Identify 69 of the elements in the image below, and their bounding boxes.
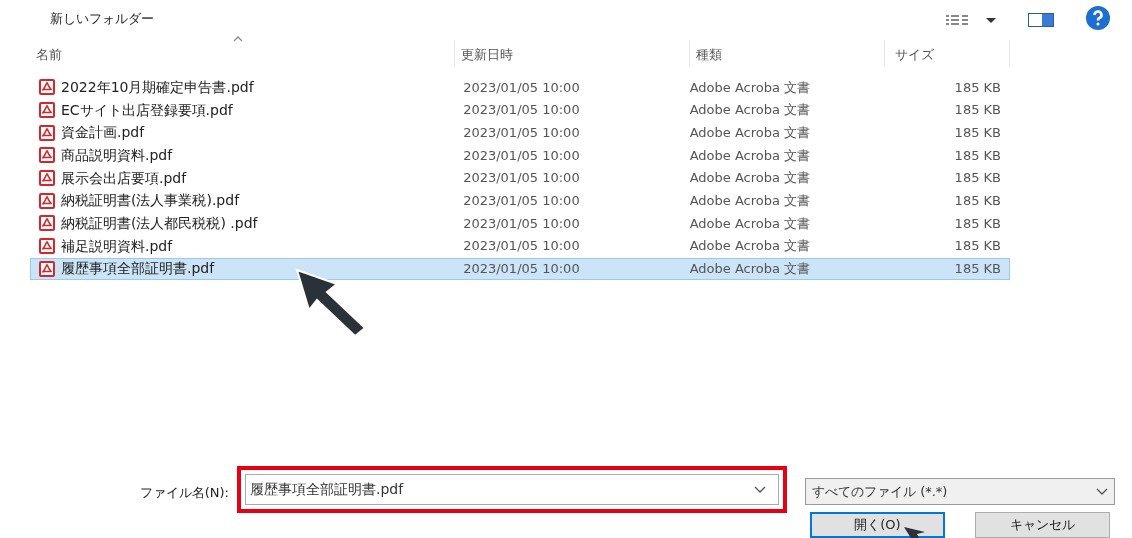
pdf-file-icon: [39, 170, 55, 187]
preview-pane-icon[interactable]: [1028, 13, 1054, 27]
file-size: 185 KB: [954, 261, 1001, 277]
file-name: 資金計画.pdf: [60, 123, 145, 143]
column-header[interactable]: 更新日時: [455, 40, 690, 66]
file-size: 185 KB: [954, 147, 1001, 163]
file-modified-date: 2023/01/05 10:00: [463, 238, 580, 254]
file-row[interactable]: 2022年10月期確定申告書.pdf 2023/01/05 10:00 Adobe Acroba 文書 185 KB: [30, 76, 1010, 99]
file-name: 納税証明書(法人都民税税) .pdf: [60, 213, 258, 233]
pdf-file-icon: [39, 102, 55, 119]
open-button[interactable]: 開く(O): [810, 512, 945, 538]
file-modified-date: 2023/01/05 10:00: [463, 261, 580, 277]
filename-label: ファイル名(N):: [138, 484, 230, 502]
file-modified-date: 2023/01/05 10:00: [463, 102, 580, 118]
file-modified-date: 2023/01/05 10:00: [463, 79, 580, 95]
new-folder-button[interactable]: 新しいフォルダー: [50, 10, 154, 29]
file-type: Adobe Acroba 文書: [689, 261, 811, 277]
file-name: 補足説明資料.pdf: [60, 236, 173, 256]
file-name: 履歴事項全部証明書.pdf: [60, 259, 215, 279]
pdf-file-icon: [39, 192, 55, 209]
pdf-file-icon: [39, 124, 55, 141]
file-row[interactable]: 納税証明書(法人都民税税) .pdf 2023/01/05 10:00 Adobe Acroba 文書 185 KB: [30, 212, 1010, 235]
file-name: 商品説明資料.pdf: [60, 145, 173, 165]
file-type: Adobe Acroba 文書: [689, 102, 811, 118]
file-name: ECサイト出店登録要項.pdf: [60, 100, 233, 120]
file-size: 185 KB: [954, 79, 1001, 95]
pdf-file-icon: [39, 260, 55, 277]
pdf-file-icon: [39, 238, 55, 255]
dropdown-caret-icon[interactable]: [754, 485, 766, 494]
file-modified-date: 2023/01/05 10:00: [463, 215, 580, 231]
file-row[interactable]: 履歴事項全部証明書.pdf 2023/01/05 10:00 Adobe Acroba 文書 185 KB: [30, 257, 1010, 281]
file-row[interactable]: 展示会出店要項.pdf 2023/01/05 10:00 Adobe Acroba 文書 185 KB: [30, 166, 1010, 190]
file-type: Adobe Acroba 文書: [689, 170, 811, 186]
file-modified-date: 2023/01/05 10:00: [463, 170, 580, 186]
file-type: Adobe Acroba 文書: [689, 193, 811, 209]
file-row[interactable]: 商品説明資料.pdf 2023/01/05 10:00 Adobe Acroba 文書 185 KB: [30, 144, 1010, 167]
file-size: 185 KB: [954, 193, 1001, 209]
file-row[interactable]: 資金計画.pdf 2023/01/05 10:00 Adobe Acroba 文書 185 KB: [30, 121, 1010, 145]
file-type: Adobe Acroba 文書: [689, 79, 811, 95]
file-name: 納税証明書(法人事業税).pdf: [60, 191, 240, 211]
file-modified-date: 2023/01/05 10:00: [463, 147, 580, 163]
pdf-file-icon: [39, 79, 55, 96]
file-name: 展示会出店要項.pdf: [60, 168, 187, 188]
file-type: Adobe Acroba 文書: [689, 147, 811, 163]
file-row[interactable]: ECサイト出店登録要項.pdf 2023/01/05 10:00 Adobe Acroba 文書 185 KB: [30, 98, 1010, 122]
file-type: Adobe Acroba 文書: [689, 124, 811, 140]
file-modified-date: 2023/01/05 10:00: [463, 193, 580, 209]
file-size: 185 KB: [954, 124, 1001, 140]
column-header[interactable]: 名前: [30, 40, 455, 66]
file-type: Adobe Acroba 文書: [689, 238, 811, 254]
view-options-icon[interactable]: [946, 13, 998, 27]
file-size: 185 KB: [954, 102, 1001, 118]
pdf-file-icon: [39, 215, 55, 232]
filename-field[interactable]: 履歴事項全部証明書.pdf: [245, 474, 779, 505]
column-header[interactable]: サイズ: [885, 40, 1010, 66]
cancel-button[interactable]: キャンセル: [975, 512, 1110, 538]
file-type-dropdown[interactable]: すべてのファイル (*.*): [805, 478, 1115, 505]
file-name: 2022年10月期確定申告書.pdf: [60, 77, 254, 97]
file-type: Adobe Acroba 文書: [689, 215, 811, 231]
file-modified-date: 2023/01/05 10:00: [463, 124, 580, 140]
file-size: 185 KB: [954, 170, 1001, 186]
dropdown-caret-icon: [1096, 487, 1108, 496]
file-row[interactable]: 補足説明資料.pdf 2023/01/05 10:00 Adobe Acroba 文書 185 KB: [30, 234, 1010, 258]
help-icon[interactable]: [1086, 6, 1110, 30]
column-header[interactable]: 種類: [690, 40, 885, 66]
file-row[interactable]: 納税証明書(法人事業税).pdf 2023/01/05 10:00 Adobe Acroba 文書 185 KB: [30, 189, 1010, 213]
pdf-file-icon: [39, 147, 55, 164]
file-size: 185 KB: [954, 238, 1001, 254]
file-size: 185 KB: [954, 215, 1001, 231]
